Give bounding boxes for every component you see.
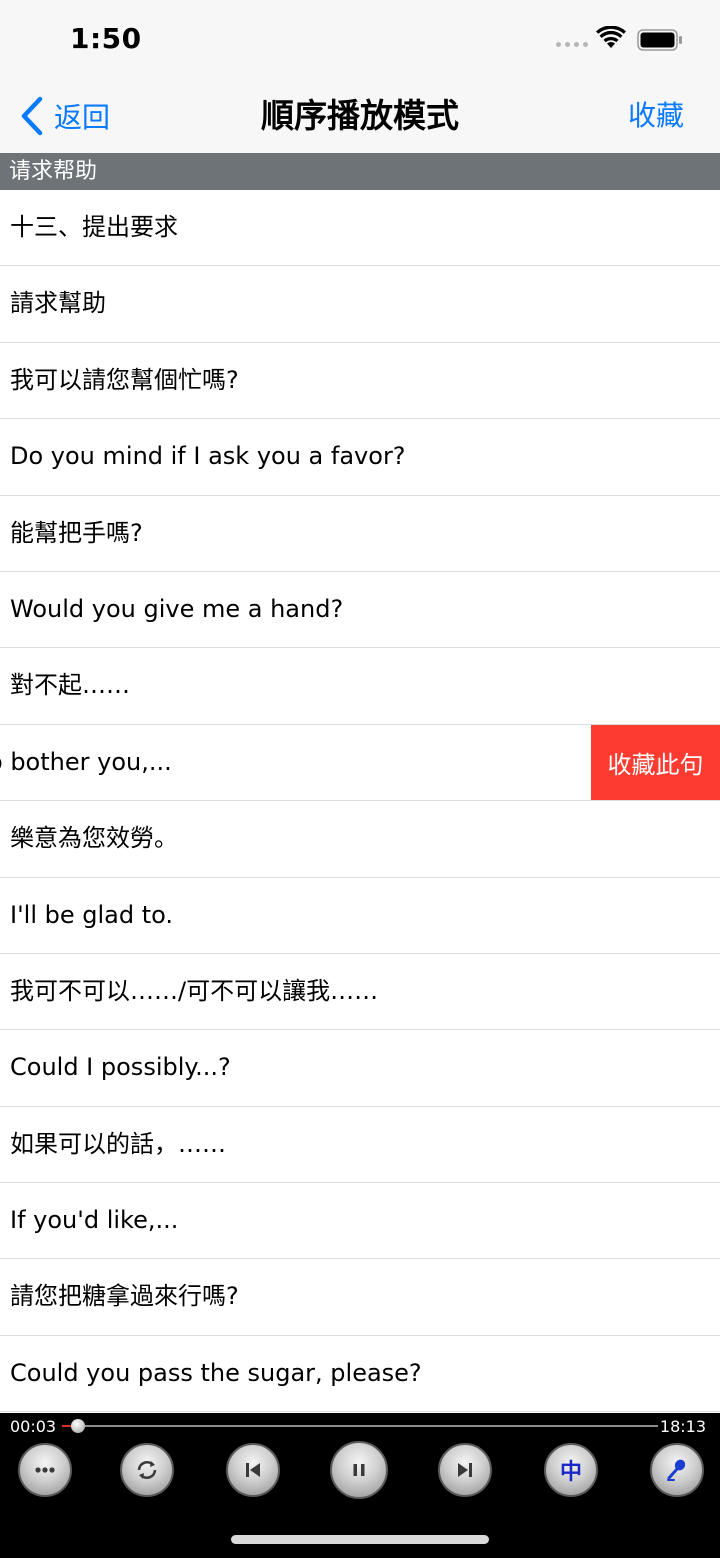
more-button[interactable]: [18, 1443, 72, 1497]
list-item[interactable]: 我可以請您幫個忙嗎?: [0, 342, 720, 420]
total-time: 18:13: [659, 1417, 706, 1436]
list-item[interactable]: 能幫把手嗎?: [0, 495, 720, 572]
audio-player: 00:03 18:13 中: [0, 1413, 720, 1558]
next-icon: [458, 1463, 472, 1477]
cellular-signal-icon: [556, 42, 588, 47]
list-item[interactable]: 如果可以的話，……: [0, 1106, 720, 1184]
repeat-icon: [137, 1461, 157, 1479]
list-item-text: o bother you,...: [0, 747, 172, 776]
wifi-icon: [596, 26, 626, 48]
list-item-text: 如果可以的話，……: [10, 1129, 226, 1158]
progress-slider[interactable]: [62, 1419, 658, 1433]
list-item-text: If you'd like,...: [10, 1206, 179, 1235]
list-item[interactable]: If you'd like,...: [0, 1183, 720, 1260]
previous-button[interactable]: [226, 1443, 280, 1497]
current-time: 00:03: [10, 1417, 57, 1436]
progress-thumb[interactable]: [70, 1419, 85, 1433]
list-item-text: Could I possibly...?: [10, 1053, 231, 1082]
previous-icon: [246, 1463, 260, 1477]
list-item-text: I'll be glad to.: [10, 900, 174, 929]
list-item-text: 我可以請您幫個忙嗎?: [10, 365, 239, 394]
home-indicator: [231, 1535, 489, 1544]
pause-icon: [353, 1464, 365, 1476]
microphone-icon: [667, 1459, 686, 1481]
list-item-text: 我可不可以……/可不可以讓我……: [10, 976, 379, 1005]
list-item[interactable]: 樂意為您效勞。: [0, 801, 720, 878]
list-item-text: 請您把糖拿過來行嗎?: [10, 1282, 239, 1311]
list-item-text: Do you mind if I ask you a favor?: [10, 442, 406, 471]
list-item[interactable]: Would you give me a hand?: [0, 571, 720, 649]
language-toggle-button[interactable]: 中: [544, 1443, 598, 1497]
list-item[interactable]: 十三、提出要求: [0, 190, 720, 267]
list-item[interactable]: Could I possibly...?: [0, 1030, 720, 1107]
list-item-text: 請求幫助: [10, 289, 106, 318]
language-label: 中: [559, 1460, 582, 1485]
more-icon: [35, 1467, 55, 1473]
list-item[interactable]: I'll be glad to.: [0, 877, 720, 954]
battery-icon: [637, 29, 682, 51]
next-button[interactable]: [438, 1443, 492, 1497]
list-item[interactable]: 請您把糖拿過來行嗎?: [0, 1259, 720, 1336]
list-item-text: Could you pass the sugar, please?: [10, 1358, 422, 1387]
chevron-left-icon: [21, 96, 43, 136]
list-item-text: 樂意為您效勞。: [10, 824, 178, 853]
list-item-text: Would you give me a hand?: [10, 594, 344, 623]
phrase-list[interactable]: 十三、提出要求 請求幫助 我可以請您幫個忙嗎? Do you mind if I…: [0, 190, 720, 1413]
list-item-text: 十三、提出要求: [10, 213, 178, 241]
list-item[interactable]: 對不起……: [0, 648, 720, 725]
section-header: 请求帮助: [0, 153, 720, 190]
list-item-text: 對不起……: [10, 671, 130, 700]
list-item-text: 能幫把手嗎?: [10, 518, 143, 547]
pause-button[interactable]: [330, 1441, 388, 1499]
navigation-bar: 返回 順序播放模式 收藏: [0, 80, 720, 153]
status-time: 1:50: [70, 22, 142, 55]
back-button[interactable]: 返回: [20, 94, 110, 138]
list-item[interactable]: Do you mind if I ask you a favor?: [0, 419, 720, 496]
list-item[interactable]: 請求幫助: [0, 266, 720, 343]
list-item-swiped[interactable]: o bother you,... 收藏此句: [0, 724, 720, 802]
favorite-sentence-button[interactable]: 收藏此句: [591, 724, 720, 801]
repeat-button[interactable]: [120, 1443, 174, 1497]
favorite-button[interactable]: 收藏: [628, 94, 684, 138]
back-label: 返回: [54, 101, 111, 134]
microphone-button[interactable]: [650, 1443, 704, 1497]
list-item[interactable]: Could you pass the sugar, please?: [0, 1335, 720, 1413]
list-item[interactable]: 我可不可以……/可不可以讓我……: [0, 953, 720, 1031]
status-bar: 1:50: [0, 0, 720, 80]
